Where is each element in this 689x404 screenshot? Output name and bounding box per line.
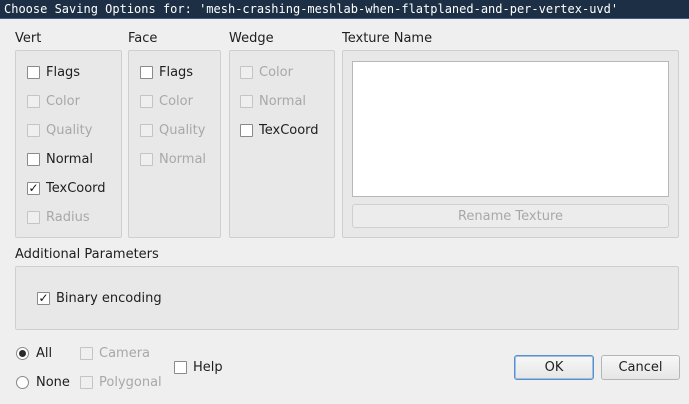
checkbox-box bbox=[27, 123, 40, 137]
window-title: Choose Saving Options for: 'mesh-crashin… bbox=[4, 2, 619, 16]
none-radio[interactable]: None bbox=[16, 373, 70, 391]
checkbox-box bbox=[27, 210, 40, 224]
window-title-bar: Choose Saving Options for: 'mesh-crashin… bbox=[0, 0, 689, 19]
checkbox-label: Binary encoding bbox=[56, 290, 162, 306]
face-flags-checkbox[interactable]: Flags bbox=[140, 63, 193, 81]
cancel-button[interactable]: Cancel bbox=[601, 355, 680, 380]
checkbox-label: Flags bbox=[46, 64, 81, 80]
checkbox-box bbox=[80, 375, 93, 389]
vert-normal-checkbox[interactable]: Normal bbox=[27, 150, 93, 168]
checkbox-box bbox=[240, 65, 253, 79]
additional-params-title: Additional Parameters bbox=[15, 247, 159, 262]
wedge-group-title: Wedge bbox=[229, 31, 274, 46]
face-normal-checkbox: Normal bbox=[140, 150, 206, 168]
face-quality-checkbox: Quality bbox=[140, 121, 205, 139]
checkbox-box bbox=[140, 123, 153, 137]
face-color-checkbox: Color bbox=[140, 92, 193, 110]
vert-texcoord-checkbox[interactable]: ✓ TexCoord bbox=[27, 179, 106, 197]
checkbox-label: Help bbox=[193, 359, 223, 375]
checkbox-box[interactable] bbox=[174, 360, 187, 374]
checkbox-label: Quality bbox=[46, 122, 93, 138]
texture-panel: Rename Texture bbox=[342, 50, 679, 238]
texture-group-title: Texture Name bbox=[342, 31, 433, 46]
face-group-title: Face bbox=[128, 31, 158, 46]
ok-button[interactable]: OK bbox=[514, 355, 594, 380]
radio-unselected-icon[interactable] bbox=[16, 375, 29, 389]
checkbox-box[interactable] bbox=[240, 123, 253, 137]
camera-checkbox: Camera bbox=[80, 344, 150, 362]
vert-quality-checkbox: Quality bbox=[27, 121, 92, 139]
radio-selected-icon[interactable] bbox=[16, 346, 29, 360]
vert-flags-checkbox[interactable]: Flags bbox=[27, 63, 80, 81]
checkbox-label: Quality bbox=[159, 122, 206, 138]
checkbox-label: Normal bbox=[159, 151, 207, 167]
check-icon[interactable]: ✓ bbox=[27, 181, 40, 195]
radio-label: All bbox=[36, 345, 53, 361]
checkbox-box bbox=[80, 346, 93, 360]
checkbox-label: Normal bbox=[46, 151, 94, 167]
vert-panel: Flags Color Quality Normal ✓ TexCoord Ra… bbox=[15, 50, 122, 238]
checkbox-label: Camera bbox=[99, 345, 151, 361]
checkbox-label: Radius bbox=[46, 209, 90, 225]
radio-label: None bbox=[36, 374, 70, 390]
vert-group-title: Vert bbox=[15, 31, 42, 46]
binary-encoding-checkbox[interactable]: ✓ Binary encoding bbox=[37, 289, 162, 307]
checkbox-label: Flags bbox=[159, 64, 194, 80]
wedge-color-checkbox: Color bbox=[240, 63, 293, 81]
check-icon[interactable]: ✓ bbox=[37, 291, 50, 305]
checkbox-box bbox=[140, 152, 153, 166]
additional-params-panel: ✓ Binary encoding bbox=[15, 266, 679, 330]
wedge-normal-checkbox: Normal bbox=[240, 92, 306, 110]
rename-texture-button: Rename Texture bbox=[352, 204, 669, 228]
checkbox-label: TexCoord bbox=[46, 180, 106, 196]
checkbox-box[interactable] bbox=[27, 152, 40, 166]
all-radio[interactable]: All bbox=[16, 344, 52, 362]
wedge-panel: Color Normal TexCoord bbox=[229, 50, 335, 238]
vert-radius-checkbox: Radius bbox=[27, 208, 90, 226]
checkbox-box[interactable] bbox=[140, 65, 153, 79]
polygonal-checkbox: Polygonal bbox=[80, 373, 162, 391]
checkbox-label: Normal bbox=[259, 93, 307, 109]
checkbox-label: Color bbox=[46, 93, 80, 109]
checkbox-box[interactable] bbox=[27, 65, 40, 79]
checkbox-box bbox=[27, 94, 40, 108]
vert-color-checkbox: Color bbox=[27, 92, 80, 110]
checkbox-label: Polygonal bbox=[99, 374, 162, 390]
face-panel: Flags Color Quality Normal bbox=[128, 50, 221, 238]
wedge-texcoord-checkbox[interactable]: TexCoord bbox=[240, 121, 319, 139]
checkbox-box bbox=[240, 94, 253, 108]
checkbox-box bbox=[140, 94, 153, 108]
checkbox-label: Color bbox=[259, 64, 293, 80]
texture-name-list[interactable] bbox=[352, 61, 669, 197]
checkbox-label: TexCoord bbox=[259, 122, 319, 138]
checkbox-label: Color bbox=[159, 93, 193, 109]
help-checkbox[interactable]: Help bbox=[174, 358, 223, 376]
